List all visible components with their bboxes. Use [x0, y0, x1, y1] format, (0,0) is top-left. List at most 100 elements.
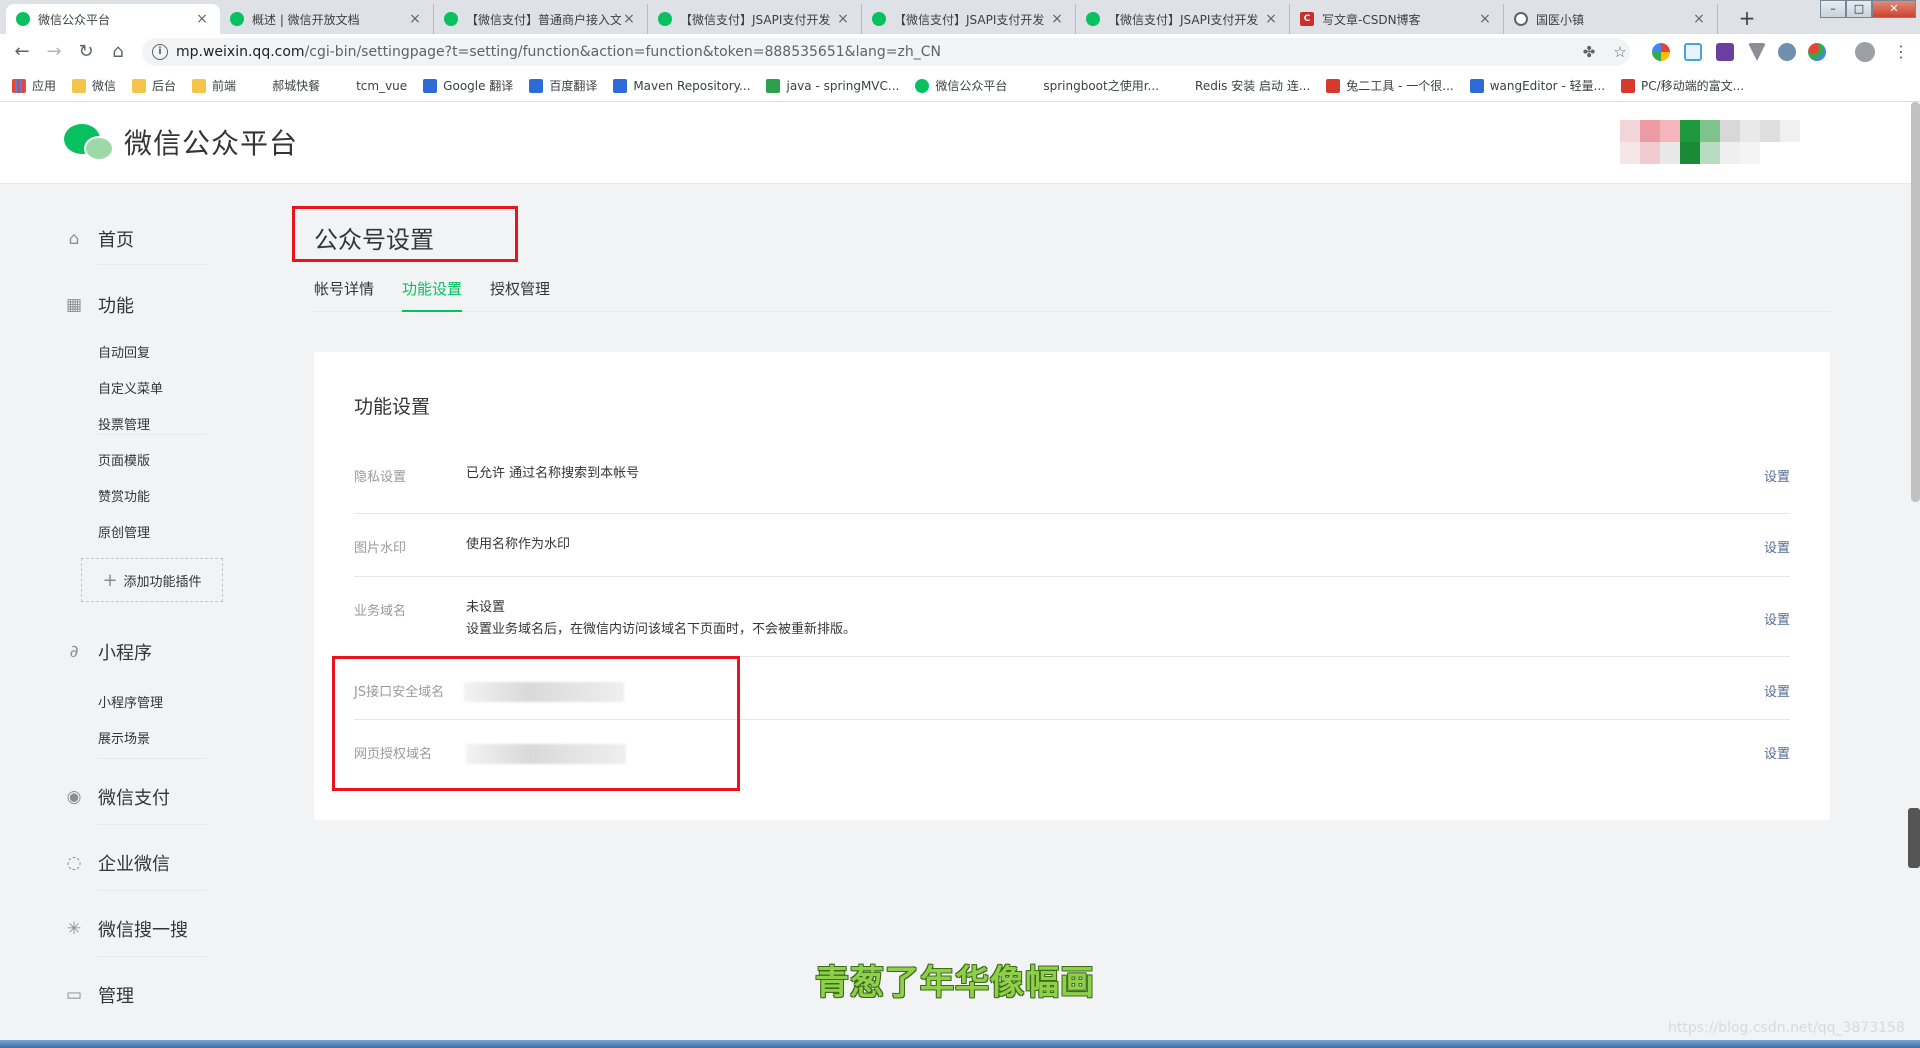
- browser-tab[interactable]: 【微信支付】JSAPI支付开发 ×: [648, 4, 862, 34]
- bookmark-item[interactable]: java - springMVC...: [766, 78, 899, 93]
- brand-name: 微信公众平台: [124, 127, 299, 160]
- tab-close-icon[interactable]: ×: [621, 11, 637, 27]
- sidebar-item[interactable]: 页面模版: [98, 450, 150, 469]
- bookmarks-bar: 应用 微信 后台 前端 郝城快餐 tcm_vue Google 翻译 百度翻译 Maven Re…: [0, 70, 1920, 102]
- tab-close-icon[interactable]: ×: [1477, 11, 1493, 27]
- sidebar-item[interactable]: 赞赏功能: [98, 486, 150, 505]
- close-window-button[interactable]: ✕: [1872, 0, 1916, 18]
- extension-colorwheel-icon[interactable]: [1652, 43, 1670, 61]
- bookmark-item[interactable]: 微信公众平台: [915, 77, 1007, 94]
- extension-vue-icon[interactable]: [1748, 43, 1766, 61]
- bookmark-item[interactable]: 应用: [12, 77, 56, 94]
- browser-tab[interactable]: C 写文章-CSDN博客 ×: [1290, 4, 1504, 34]
- sidebar-group[interactable]: ◌ 企业微信: [64, 850, 170, 876]
- reload-button[interactable]: ↻: [74, 40, 98, 64]
- privacy-settings-link[interactable]: 设置: [1764, 466, 1790, 485]
- side-widget[interactable]: [1908, 808, 1920, 868]
- home-button[interactable]: ⌂: [106, 40, 130, 64]
- sidebar-group[interactable]: ◉ 微信支付: [64, 784, 170, 810]
- browser-tab[interactable]: 【微信支付】普通商户接入文 ×: [434, 4, 648, 34]
- extension-icon[interactable]: ✤: [1580, 43, 1598, 61]
- sidebar-group[interactable]: ▦ 功能: [64, 292, 134, 318]
- sidebar-item[interactable]: 原创管理: [98, 522, 150, 541]
- mp-logo[interactable]: 微信公众平台: [64, 122, 298, 162]
- sidebar-group[interactable]: ✳ 微信搜一搜: [64, 916, 188, 942]
- browser-tab-strip: 微信公众平台 × 概述 | 微信开放文档 × 【微信支付】普通商户接入文 × 【微信支付】J…: [0, 0, 1920, 34]
- bookmark-item[interactable]: PC/移动端的富文...: [1621, 77, 1744, 94]
- tab-title: 【微信支付】JSAPI支付开发: [1108, 12, 1259, 27]
- tab-account-details[interactable]: 帐号详情: [314, 278, 374, 312]
- bookmark-item[interactable]: Redis 安装 启动 连...: [1175, 77, 1310, 94]
- sidebar-item[interactable]: 自定义菜单: [98, 378, 163, 397]
- bookmark-item[interactable]: 百度翻译: [529, 77, 597, 94]
- browser-tab[interactable]: 微信公众平台 ×: [6, 4, 220, 34]
- bookmark-item[interactable]: 郝城快餐: [252, 77, 320, 94]
- highlight-box-domains: [332, 656, 740, 791]
- maximize-button[interactable]: □: [1846, 0, 1872, 18]
- tab-close-icon[interactable]: ×: [194, 11, 210, 27]
- browser-menu-icon[interactable]: ⋮: [1893, 42, 1909, 61]
- row-label: 业务域名: [354, 604, 407, 619]
- tab-function-settings[interactable]: 功能设置: [402, 278, 463, 312]
- bookmark-item[interactable]: 兔二工具 - 一个很...: [1326, 77, 1454, 94]
- page-scrollbar[interactable]: [1911, 102, 1920, 502]
- bookmark-item[interactable]: Google 翻译: [423, 77, 513, 94]
- bookmark-item[interactable]: tcm_vue: [336, 79, 407, 93]
- business-domain-settings-link[interactable]: 设置: [1764, 609, 1790, 628]
- add-plugin-button[interactable]: + 添加功能插件: [81, 558, 223, 602]
- forward-button[interactable]: →: [42, 40, 66, 64]
- site-info-icon[interactable]: i: [152, 44, 168, 60]
- address-bar[interactable]: i mp.weixin.qq.com/cgi-bin/settingpage?t…: [142, 38, 1630, 66]
- new-tab-button[interactable]: +: [1735, 7, 1759, 31]
- sidebar-item[interactable]: 小程序管理: [98, 692, 163, 711]
- tab-close-icon[interactable]: ×: [835, 11, 851, 27]
- tab-close-icon[interactable]: ×: [1263, 11, 1279, 27]
- sidebar-divider: [98, 890, 206, 891]
- extension-blue-icon[interactable]: [1778, 43, 1796, 61]
- bookmark-label: springboot之使用r...: [1043, 79, 1160, 93]
- minimize-button[interactable]: –: [1820, 0, 1846, 18]
- sidebar-group[interactable]: ⌂ 首页: [64, 226, 134, 252]
- sidebar-group-label: 小程序: [98, 643, 152, 664]
- tab-close-icon[interactable]: ×: [1691, 11, 1707, 27]
- back-button[interactable]: ←: [10, 40, 34, 64]
- bookmark-item[interactable]: 微信: [72, 77, 116, 94]
- browser-tab[interactable]: 国医小镇 ×: [1504, 4, 1718, 34]
- green-bookmark-icon: [766, 78, 781, 93]
- bookmark-item[interactable]: 前端: [192, 77, 236, 94]
- sidebar-group[interactable]: ∂ 小程序: [64, 639, 152, 665]
- globe-bookmark-icon: [336, 79, 350, 93]
- tab-authorization[interactable]: 授权管理: [490, 278, 550, 312]
- sidebar-item[interactable]: 展示场景: [98, 728, 150, 747]
- apps-bookmark-icon: [12, 78, 26, 93]
- watermark-settings-link[interactable]: 设置: [1764, 537, 1790, 556]
- browser-tab[interactable]: 概述 | 微信开放文档 ×: [220, 4, 434, 34]
- tab-close-icon[interactable]: ×: [407, 11, 423, 27]
- profile-avatar[interactable]: [1855, 42, 1875, 62]
- bookmark-star-icon[interactable]: ☆: [1611, 43, 1629, 61]
- browser-tab[interactable]: 【微信支付】JSAPI支付开发 ×: [1076, 4, 1290, 34]
- extension-dots-icon[interactable]: [1808, 43, 1826, 61]
- browser-tab[interactable]: 【微信支付】JSAPI支付开发 ×: [862, 4, 1076, 34]
- js-domain-settings-link[interactable]: 设置: [1764, 681, 1790, 700]
- wxb-bookmark-icon: [915, 78, 930, 93]
- extension-purple-icon[interactable]: [1716, 43, 1734, 61]
- sidebar-group[interactable]: ▭ 管理: [64, 982, 134, 1008]
- tab-close-icon[interactable]: ×: [1049, 11, 1065, 27]
- extension-screenshot-icon[interactable]: [1684, 43, 1702, 61]
- blue-bookmark-icon: [613, 78, 628, 93]
- sidebar-group-label: 功能: [98, 296, 134, 317]
- globe-bookmark-icon: [252, 79, 266, 93]
- sidebar-item[interactable]: 投票管理: [98, 414, 150, 433]
- sidebar-divider: [98, 956, 206, 957]
- sidebar-group-label: 微信搜一搜: [98, 920, 188, 941]
- tab-title: 写文章-CSDN博客: [1322, 12, 1421, 27]
- bookmark-item[interactable]: springboot之使用r...: [1023, 77, 1159, 94]
- bookmark-item[interactable]: Maven Repository...: [613, 78, 750, 93]
- account-avatar-blurred[interactable]: [1620, 120, 1820, 164]
- sidebar-item[interactable]: 自动回复: [98, 342, 150, 361]
- oauth-domain-settings-link[interactable]: 设置: [1764, 743, 1790, 762]
- bookmark-label: tcm_vue: [356, 78, 408, 93]
- bookmark-item[interactable]: 后台: [132, 77, 176, 94]
- bookmark-item[interactable]: wangEditor - 轻量...: [1469, 77, 1605, 94]
